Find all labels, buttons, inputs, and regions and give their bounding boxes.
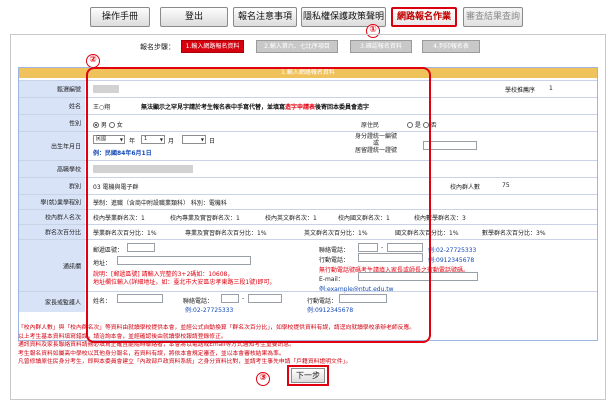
- note-1: 「校內群人數」與「校內群名次」等資料由就讀學校提供本會，並經公式自動換算「群名次…: [18, 325, 416, 331]
- name-label: 姓名: [19, 98, 85, 114]
- logout-button[interactable]: 登出: [160, 7, 228, 27]
- school-code-label: 學校推薦序: [505, 87, 536, 94]
- step-2[interactable]: 2.輸入第六、七比序項目: [256, 40, 338, 53]
- note-3: 通訊資料及家長聯絡資料請務必填寫正確且能隨時聯絡者，本會將以電話或Email等方…: [18, 342, 295, 348]
- note-4: 考生報名資料如屬高中學校以其他身分報名，若資料有誤，將依本會規定審查，並以本會審…: [18, 350, 285, 357]
- next-step-button[interactable]: 下一步: [291, 368, 325, 383]
- online-registration-tab[interactable]: 網路報名作業: [391, 7, 457, 27]
- note-2: 以上考生基本資料填寫錯誤，請洽詢本會，並經確認後由就讀學校報請登錄修正。: [18, 333, 227, 340]
- step-3[interactable]: 3.確認報名資料: [350, 40, 412, 53]
- dob-label: 出生年月日: [19, 132, 85, 160]
- callout-marker-3: ③: [256, 372, 270, 386]
- school-label: 高職學校: [19, 161, 85, 177]
- step-4[interactable]: 4.列印報名表: [422, 40, 480, 53]
- step-1[interactable]: 1.輸入網路報名資料: [181, 40, 244, 53]
- notes: 「校內群人數」與「校內群名次」等資料由就讀學校提供本會，並經公式自動換算「群名次…: [18, 324, 592, 367]
- review-result-button[interactable]: 審查結果查詢: [463, 7, 523, 27]
- contact-label: 通訊欄: [19, 240, 85, 291]
- percentile-label: 群名次百分比: [19, 225, 85, 239]
- class-size-value: 75: [502, 182, 510, 189]
- mobile-example: 例:0912345678: [428, 257, 475, 264]
- form-highlight-frame: [86, 67, 431, 343]
- class-size-label: 校內群人數: [450, 184, 481, 191]
- department-label: 群別: [19, 178, 85, 194]
- parent-label: 家長或監護人: [19, 292, 85, 312]
- school-code-value: 1: [549, 85, 553, 92]
- program-label: 學(就)業學程別: [19, 195, 85, 209]
- manual-button[interactable]: 操作手冊: [90, 7, 150, 27]
- top-navigation: 操作手冊 登出 報名注意事項 隱私權保護政策聲明 網路報名作業 審查結果查詢: [0, 0, 611, 34]
- phone-example: 例:02-27725333: [428, 247, 477, 254]
- steps-label: 報名步驟：: [140, 43, 175, 51]
- id-number-input[interactable]: [423, 141, 477, 150]
- exam-id-label: 甄選編號: [19, 81, 85, 97]
- callout-marker-2: ②: [86, 54, 100, 68]
- gender-label: 性別: [19, 115, 85, 131]
- percentile-math: 數學群名次百分比：3%: [482, 230, 546, 237]
- registration-notice-button[interactable]: 報名注意事項: [233, 7, 297, 27]
- rank-label: 校內群人名次: [19, 210, 85, 224]
